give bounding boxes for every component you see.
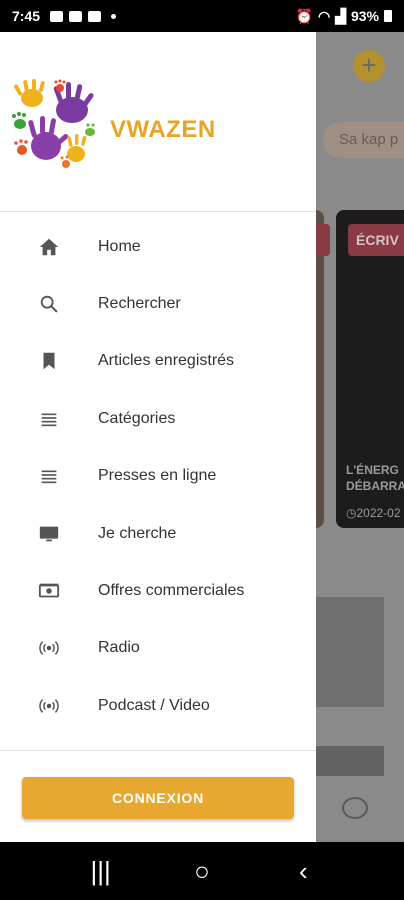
menu-item-label: Offres commerciales: [98, 582, 245, 600]
hand-yellow: [14, 79, 45, 107]
bookmark-icon: [0, 350, 98, 372]
menu-item-radio[interactable]: Radio: [0, 620, 316, 677]
radio-icon: [0, 637, 98, 659]
menu-item-presses-en-ligne[interactable]: Presses en ligne: [0, 448, 316, 505]
hand-yellow-small: [67, 134, 87, 162]
wifi-icon: ◠: [317, 7, 331, 24]
menu-item-offres-commerciales[interactable]: Offres commerciales: [0, 562, 316, 619]
hand-orange: [14, 139, 28, 155]
article-title-line2: DÉBARRA: [346, 479, 404, 493]
recents-button[interactable]: |||: [81, 851, 121, 891]
hand-green: [12, 112, 26, 129]
alarm-icon: ⏰: [295, 7, 313, 24]
radio-icon: [0, 695, 98, 717]
category-chip: Sa kap p: [323, 122, 404, 158]
article-title-line1: L'ÉNERG: [346, 463, 399, 477]
battery-icon: [384, 10, 392, 22]
menu-item-label: Radio: [98, 639, 140, 657]
status-time: 7:45: [12, 8, 41, 24]
article-date-text: 2022-02: [356, 506, 401, 520]
back-button[interactable]: ‹: [283, 851, 323, 891]
app-notification-icon: [88, 10, 102, 22]
home-button[interactable]: ○: [182, 851, 222, 891]
menu-item-podcast-video[interactable]: Podcast / Video: [0, 677, 316, 734]
article-image-2: [316, 746, 384, 776]
drawer-menu: Home Rechercher Articles enregistrés Cat…: [0, 212, 316, 735]
list-icon: [0, 408, 98, 430]
signal-icon: ▟: [335, 7, 346, 24]
menu-item-label: Catégories: [98, 409, 176, 427]
navigation-drawer: VWAZEN Home Rechercher Articles enregist…: [0, 32, 316, 842]
vwazen-logo: [12, 79, 95, 168]
hand-green-small: [85, 123, 95, 136]
chat-icon: [342, 797, 368, 819]
status-left: 7:45: [12, 8, 117, 24]
menu-item-label: Podcast / Video: [98, 696, 210, 714]
drawer-header: VWAZEN: [0, 32, 316, 212]
connexion-button[interactable]: CONNEXION: [22, 777, 294, 819]
menu-item-label: Home: [98, 237, 141, 255]
article-title: L'ÉNERG DÉBARRA: [346, 462, 404, 494]
brand-name: VWAZEN: [110, 116, 216, 143]
menu-item-label: Presses en ligne: [98, 467, 217, 485]
menu-item-je-cherche[interactable]: Je cherche: [0, 505, 316, 562]
menu-item-articles-enregistres[interactable]: Articles enregistrés: [0, 333, 316, 390]
status-bar: 7:45 ⏰ ◠ ▟ 93%: [0, 0, 404, 32]
drawer-footer: CONNEXION: [0, 750, 316, 842]
status-right: ⏰ ◠ ▟ 93%: [296, 8, 392, 25]
system-nav-bar: ||| ○ ‹: [0, 842, 404, 900]
add-button: +: [353, 50, 385, 82]
article-image: [316, 597, 384, 707]
hand-purple-large: [28, 116, 69, 160]
menu-item-home[interactable]: Home: [0, 218, 316, 275]
more-notifications-icon: [111, 13, 117, 19]
cloud-icon: [69, 10, 83, 22]
menu-item-label: Articles enregistrés: [98, 352, 235, 370]
menu-item-categories[interactable]: Catégories: [0, 390, 316, 447]
search-icon: [0, 293, 98, 315]
clock-icon: ◷: [346, 506, 357, 520]
gallery-icon: [50, 10, 64, 22]
article-date: ◷2022-02: [346, 506, 401, 520]
menu-item-label: Je cherche: [98, 524, 177, 542]
home-icon: [0, 236, 98, 258]
battery-percent: 93%: [350, 8, 379, 24]
menu-item-rechercher[interactable]: Rechercher: [0, 275, 316, 332]
menu-item-label: Rechercher: [98, 295, 181, 313]
monitor-icon: [0, 523, 98, 545]
money-icon: [0, 580, 98, 602]
article-card-right: ÉCRIV L'ÉNERG DÉBARRA ◷2022-02: [336, 210, 404, 528]
list-icon: [0, 465, 98, 487]
article-tag: ÉCRIV: [348, 224, 404, 256]
